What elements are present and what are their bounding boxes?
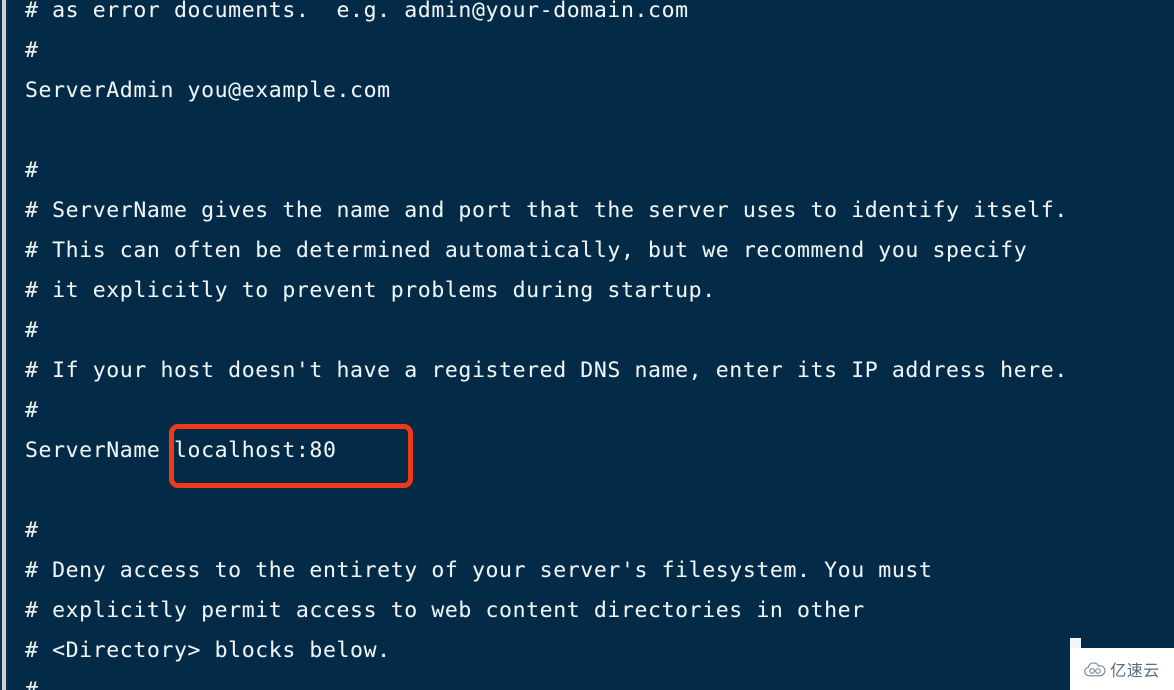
watermark-text: 亿速云: [1110, 661, 1160, 680]
code-line: # ServerName gives the name and port tha…: [25, 198, 1068, 223]
code-line: # This can often be determined automatic…: [25, 238, 1028, 263]
code-line: #: [25, 318, 39, 343]
cloud-icon: [1084, 661, 1106, 677]
code-line: # <Directory> blocks below.: [25, 638, 391, 663]
config-file-text-area[interactable]: # as error documents. e.g. admin@your-do…: [0, 0, 1174, 690]
code-line: # Deny access to the entirety of your se…: [25, 558, 933, 583]
screenshot-root: # as error documents. e.g. admin@your-do…: [0, 0, 1174, 690]
code-line: ServerAdmin you@example.com: [25, 78, 391, 103]
code-line: #: [25, 398, 39, 423]
editor-left-gutter: [0, 0, 8, 690]
watermark-notch: [1070, 638, 1081, 648]
code-line: # as error documents. e.g. admin@your-do…: [25, 0, 689, 23]
code-line: ServerName localhost:80: [25, 438, 337, 463]
code-line: #: [25, 671, 39, 690]
code-line: #: [25, 38, 39, 63]
code-line: #: [25, 158, 39, 183]
code-line: # If your host doesn't have a registered…: [25, 358, 1068, 383]
code-line: #: [25, 518, 39, 543]
code-line: # it explicitly to prevent problems duri…: [25, 278, 716, 303]
watermark: 亿速云: [1070, 648, 1174, 690]
code-line: # explicitly permit access to web conten…: [25, 598, 865, 623]
